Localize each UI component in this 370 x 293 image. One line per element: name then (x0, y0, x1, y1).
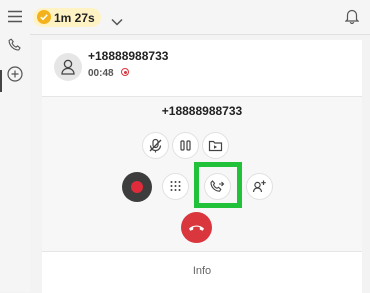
top-bar: 1m 27s (0, 0, 370, 35)
call-header: +18888988733 00:48 (42, 40, 362, 97)
add-participant-button[interactable] (246, 173, 273, 200)
check-circle-icon (37, 10, 51, 24)
recording-icon (121, 68, 129, 76)
keypad-button[interactable] (162, 173, 189, 200)
park-button[interactable] (202, 132, 229, 159)
avatar (54, 53, 82, 81)
info-tab[interactable]: Info (42, 265, 362, 277)
call-duration: 00:48 (88, 68, 114, 79)
hamburger-menu-icon[interactable] (8, 10, 22, 23)
sidebar-active-indicator (0, 70, 2, 92)
bell-icon[interactable] (344, 8, 360, 24)
chevron-down-icon[interactable] (111, 13, 123, 26)
caller-number: +18888988733 (88, 49, 169, 63)
phone-icon[interactable] (8, 38, 22, 52)
panel-caller-number: +18888988733 (161, 104, 243, 118)
call-timer: 1m 27s (54, 11, 95, 25)
info-tab-bar: Info (42, 251, 362, 293)
record-button[interactable] (122, 172, 152, 202)
transfer-highlight-box (194, 162, 242, 208)
hold-button[interactable] (172, 132, 199, 159)
mute-button[interactable] (142, 132, 169, 159)
end-call-button[interactable] (181, 212, 212, 243)
add-circle-icon[interactable] (7, 66, 23, 82)
